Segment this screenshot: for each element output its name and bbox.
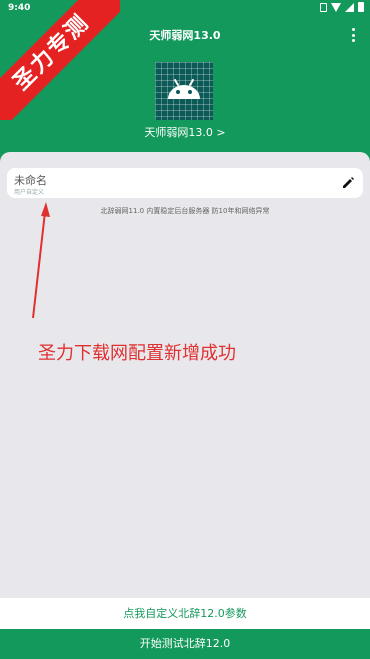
pencil-icon[interactable] (341, 176, 355, 190)
start-test-button[interactable]: 开始测试北辞12.0 (0, 629, 370, 659)
signal-icon (345, 2, 354, 12)
vibrate-icon (320, 2, 327, 12)
status-icons (320, 2, 364, 12)
page-title: 天师弱网13.0 (149, 29, 221, 42)
status-bar: 9:40 (0, 0, 370, 16)
status-time: 9:40 (8, 3, 31, 13)
custom-params-button[interactable]: 点我自定义北辞12.0参数 (0, 598, 370, 629)
battery-icon (358, 2, 364, 12)
version-link[interactable]: 天师弱网13.0 > (0, 124, 370, 140)
annotation-text: 圣力下载网配置新增成功 (38, 343, 236, 364)
profile-card[interactable]: 未命名 用户自定义 (7, 168, 363, 198)
profile-name: 未命名 (14, 174, 47, 187)
overflow-menu-icon[interactable] (350, 28, 356, 42)
info-text: 北辞弱网11.0 内置稳定后台服务器 防10年和网络异常 (100, 207, 270, 215)
profile-subtitle: 用户自定义 (14, 189, 45, 196)
android-app-icon (155, 62, 213, 120)
app-header: 9:40 天师弱网13.0 天师弱网13.0 > (0, 0, 370, 168)
wifi-icon (331, 2, 341, 12)
content-panel (0, 152, 370, 598)
